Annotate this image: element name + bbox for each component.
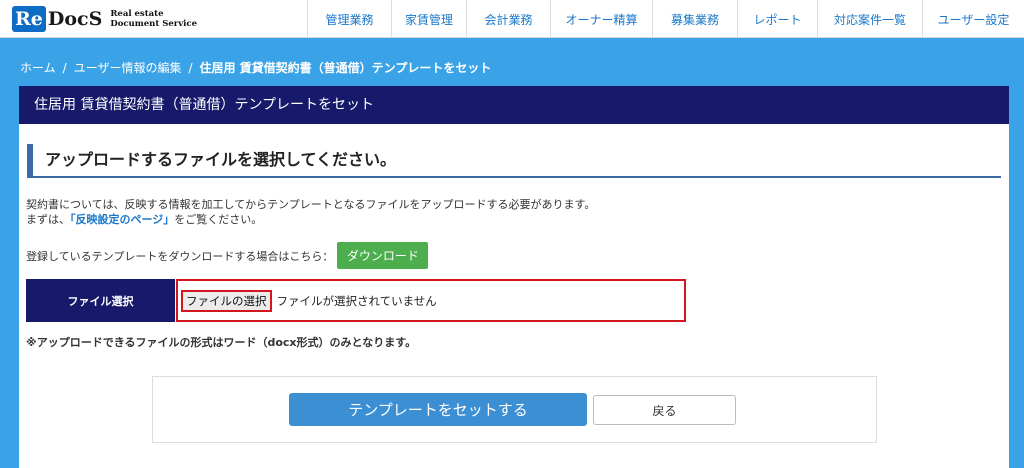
breadcrumb-separator: /: [62, 61, 67, 75]
description-line2: まずは、「反映設定のページ」をご覧ください。: [26, 212, 595, 227]
logo-docs: DocS: [47, 7, 103, 30]
download-button[interactable]: ダウンロード: [337, 242, 429, 269]
nav-item-accounting[interactable]: 会計業務: [466, 0, 550, 38]
logo-mark: Re DocS: [12, 5, 103, 32]
reflection-settings-link[interactable]: 「反映設定のページ」: [70, 213, 174, 226]
breadcrumb-separator: /: [188, 61, 193, 75]
file-select-row: ファイル選択 ファイルの選択 ファイルが選択されていません: [26, 279, 995, 322]
logo[interactable]: Re DocS Real estate Document Service: [0, 0, 280, 37]
format-note: ※アップロードできるファイルの形式はワード（docx形式）のみとなります。: [26, 336, 417, 349]
nav-item-report[interactable]: レポート: [737, 0, 817, 38]
file-input[interactable]: ファイルの選択 ファイルが選択されていません: [176, 279, 686, 322]
file-status-text: ファイルが選択されていません: [276, 293, 437, 308]
description-line1: 契約書については、反映する情報を加工してからテンプレートとなるファイルをアップロ…: [26, 198, 596, 211]
top-header: Re DocS Real estate Document Service 管理業…: [0, 0, 1024, 38]
file-select-label: ファイル選択: [26, 279, 175, 322]
main-panel: 住居用 賃貸借契約書（普通借）テンプレートをセット アップロードするファイルを選…: [19, 86, 1009, 468]
nav-item-owner-settlement[interactable]: オーナー精算: [550, 0, 652, 38]
description-suffix: をご覧ください。: [174, 213, 263, 226]
page-title: 住居用 賃貸借契約書（普通借）テンプレートをセット: [19, 86, 1009, 124]
breadcrumb: ホーム / ユーザー情報の編集 / 住居用 賃貸借契約書（普通借）テンプレートをセット: [20, 59, 491, 76]
breadcrumb-user-edit[interactable]: ユーザー情報の編集: [74, 61, 182, 75]
download-row: 登録しているテンプレートをダウンロードする場合はこちら： ダウンロード: [26, 242, 429, 269]
breadcrumb-current: 住居用 賃貸借契約書（普通借）テンプレートをセット: [199, 61, 492, 75]
main-nav: 管理業務 家賃管理 会計業務 オーナー精算 募集業務 レポート 対応案件一覧 ユ…: [307, 0, 1024, 38]
nav-item-user-settings[interactable]: ユーザー設定: [922, 0, 1024, 38]
nav-item-management[interactable]: 管理業務: [307, 0, 391, 38]
description: 契約書については、反映する情報を加工してからテンプレートとなるファイルをアップロ…: [26, 197, 595, 227]
back-button[interactable]: 戻る: [593, 395, 736, 425]
section-heading: アップロードするファイルを選択してください。: [27, 144, 1001, 178]
nav-item-recruitment[interactable]: 募集業務: [652, 0, 737, 38]
logo-sub-line1: Real estate: [110, 8, 164, 19]
logo-subtitle: Real estate Document Service: [110, 9, 197, 29]
logo-re: Re: [12, 5, 46, 32]
breadcrumb-home[interactable]: ホーム: [20, 61, 56, 75]
choose-file-button[interactable]: ファイルの選択: [181, 289, 272, 312]
download-text: 登録しているテンプレートをダウンロードする場合はこちら：: [26, 249, 334, 263]
nav-item-rent[interactable]: 家賃管理: [391, 0, 466, 38]
action-area: テンプレートをセットする 戻る: [152, 376, 877, 443]
logo-sub-line2: Document Service: [110, 18, 197, 29]
nav-item-cases[interactable]: 対応案件一覧: [817, 0, 922, 38]
description-prefix: まずは、: [26, 213, 70, 226]
set-template-button[interactable]: テンプレートをセットする: [289, 393, 587, 426]
